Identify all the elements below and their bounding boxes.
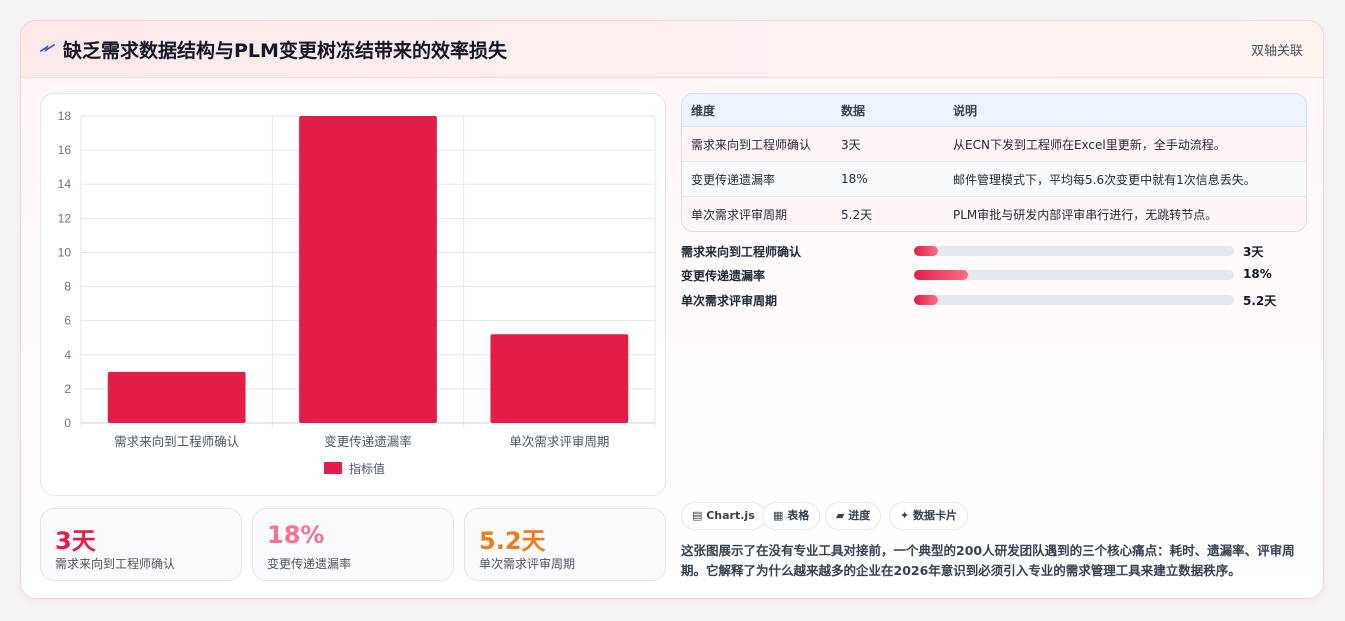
table-cell: 从ECN下发到工程师在Excel里更新，全手动流程。 [944,126,1306,162]
progress-row: 单次需求评审周期 5.2天 [681,291,1301,311]
dashboard-card: 缺乏需求数据结构与PLM变更树冻结带来的效率损失 双轴关联 0 2 4 6 8 10 12 1… [20,20,1324,599]
progress-row: 变更传递遗漏率 18% [681,266,1301,286]
table-row: 需求来向到工程师确认 3天 从ECN下发到工程师在Excel里更新，全手动流程。 [682,126,1306,162]
y-tick-label: 12 [58,211,72,225]
page-title: 缺乏需求数据结构与PLM变更树冻结带来的效率损失 [63,40,507,62]
x-tick-label: 需求来向到工程师确认 [114,434,240,449]
table-cell: PLM审批与研发内部评审串行进行，无跳转节点。 [944,196,1306,231]
dual-axis-tag[interactable]: 双轴关联 [1251,40,1303,59]
progress-label: 需求来向到工程师确认 [681,245,802,259]
progress-icon: ▰ [836,509,849,522]
stat-value: 5.2天 [479,527,546,555]
table-icon: ▦ [773,509,788,522]
table-cell: 需求来向到工程师确认 [682,126,832,162]
progress-fill [914,270,969,280]
table-cell: 邮件管理模式下，平均每5.6次变更中就有1次信息丢失。 [944,161,1306,197]
x-tick-label: 单次需求评审周期 [509,434,609,449]
stat-card-confirm: 3天 需求来向到工程师确认 [40,508,242,581]
stat-card-review-cycle: 5.2天 单次需求评审周期 [464,508,666,581]
progress-value: 18% [1243,267,1272,281]
bar [490,334,629,423]
chip-label: Chart.js [706,509,755,522]
table-row: 单次需求评审周期 5.2天 PLM审批与研发内部评审串行进行，无跳转节点。 [682,196,1306,231]
progress-label: 变更传递遗漏率 [681,269,766,283]
x-tick-label: 变更传递遗漏率 [324,434,412,449]
stat-card-miss-rate: 18% 变更传递遗漏率 [252,508,454,581]
stat-value: 3天 [55,527,96,555]
progress-track [914,295,1234,305]
table-cell: 单次需求评审周期 [682,196,832,231]
table-cell: 3天 [832,126,944,162]
progress-value: 3天 [1243,245,1264,259]
progress-fill [914,295,938,305]
stat-label: 单次需求评审周期 [479,557,576,571]
y-tick-label: 8 [64,280,71,294]
progress-track [914,246,1234,256]
bar-chart: 0 2 4 6 8 10 12 14 16 18 需求来向到工程师确认 变更传递遗漏率 单次需求评审周期… [40,93,666,496]
chip-progress[interactable]: ▰ 进度 [825,502,882,530]
card-header: 缺乏需求数据结构与PLM变更树冻结带来的效率损失 双轴关联 [21,21,1323,78]
stat-value: 18% [267,521,325,549]
chip-chartjs[interactable]: ▤ Chart.js [681,502,766,530]
data-table: 维度 数据 说明 需求来向到工程师确认 3天 从ECN下发到工程师在Excel里… [681,93,1307,232]
chip-label: 表格 [787,509,810,522]
stat-label: 需求来向到工程师确认 [55,557,176,571]
table-header-data: 数据 [832,94,944,127]
chip-data-card[interactable]: ✦ 数据卡片 [889,502,969,530]
chip-table[interactable]: ▦ 表格 [762,502,821,530]
table-cell: 5.2天 [832,196,944,231]
table-row: 变更传递遗漏率 18% 邮件管理模式下，平均每5.6次变更中就有1次信息丢失。 [682,161,1306,197]
progress-label: 单次需求评审周期 [681,294,778,308]
chip-label: 数据卡片 [913,509,958,522]
progress-value: 5.2天 [1243,294,1277,308]
lightning-icon [40,44,55,53]
table-cell: 变更传递遗漏率 [682,161,832,197]
progress-fill [914,246,938,256]
description-text: 这张图展示了在没有专业工具对接前，一个典型的200人研发团队遇到的三个核心痛点：… [681,543,1295,578]
y-tick-label: 10 [58,245,72,259]
table-cell: 18% [832,161,944,197]
y-tick-label: 16 [58,143,72,157]
y-tick-label: 14 [58,177,72,191]
y-tick-label: 0 [64,416,71,430]
legend-label: 指标值 [349,461,385,476]
chart-icon: ▤ [692,509,707,522]
table-header-note: 说明 [944,94,1306,127]
progress-track [914,270,1234,280]
stat-label: 变更传递遗漏率 [267,557,352,571]
bar [107,371,246,423]
bar-chart-svg: 0 2 4 6 8 10 12 14 16 18 需求来向到工程师确认 变更传递遗漏率 单次需求评审周期… [58,109,656,476]
chip-label: 进度 [848,509,871,522]
sparkle-icon: ✦ [900,509,914,522]
y-tick-label: 2 [64,382,71,396]
y-tick-label: 4 [64,348,71,362]
table-header-dimension: 维度 [682,94,832,127]
progress-row: 需求来向到工程师确认 3天 [681,242,1301,262]
legend-swatch [324,462,342,474]
y-tick-label: 18 [58,109,72,123]
bar [299,116,437,423]
y-tick-label: 6 [64,314,71,328]
